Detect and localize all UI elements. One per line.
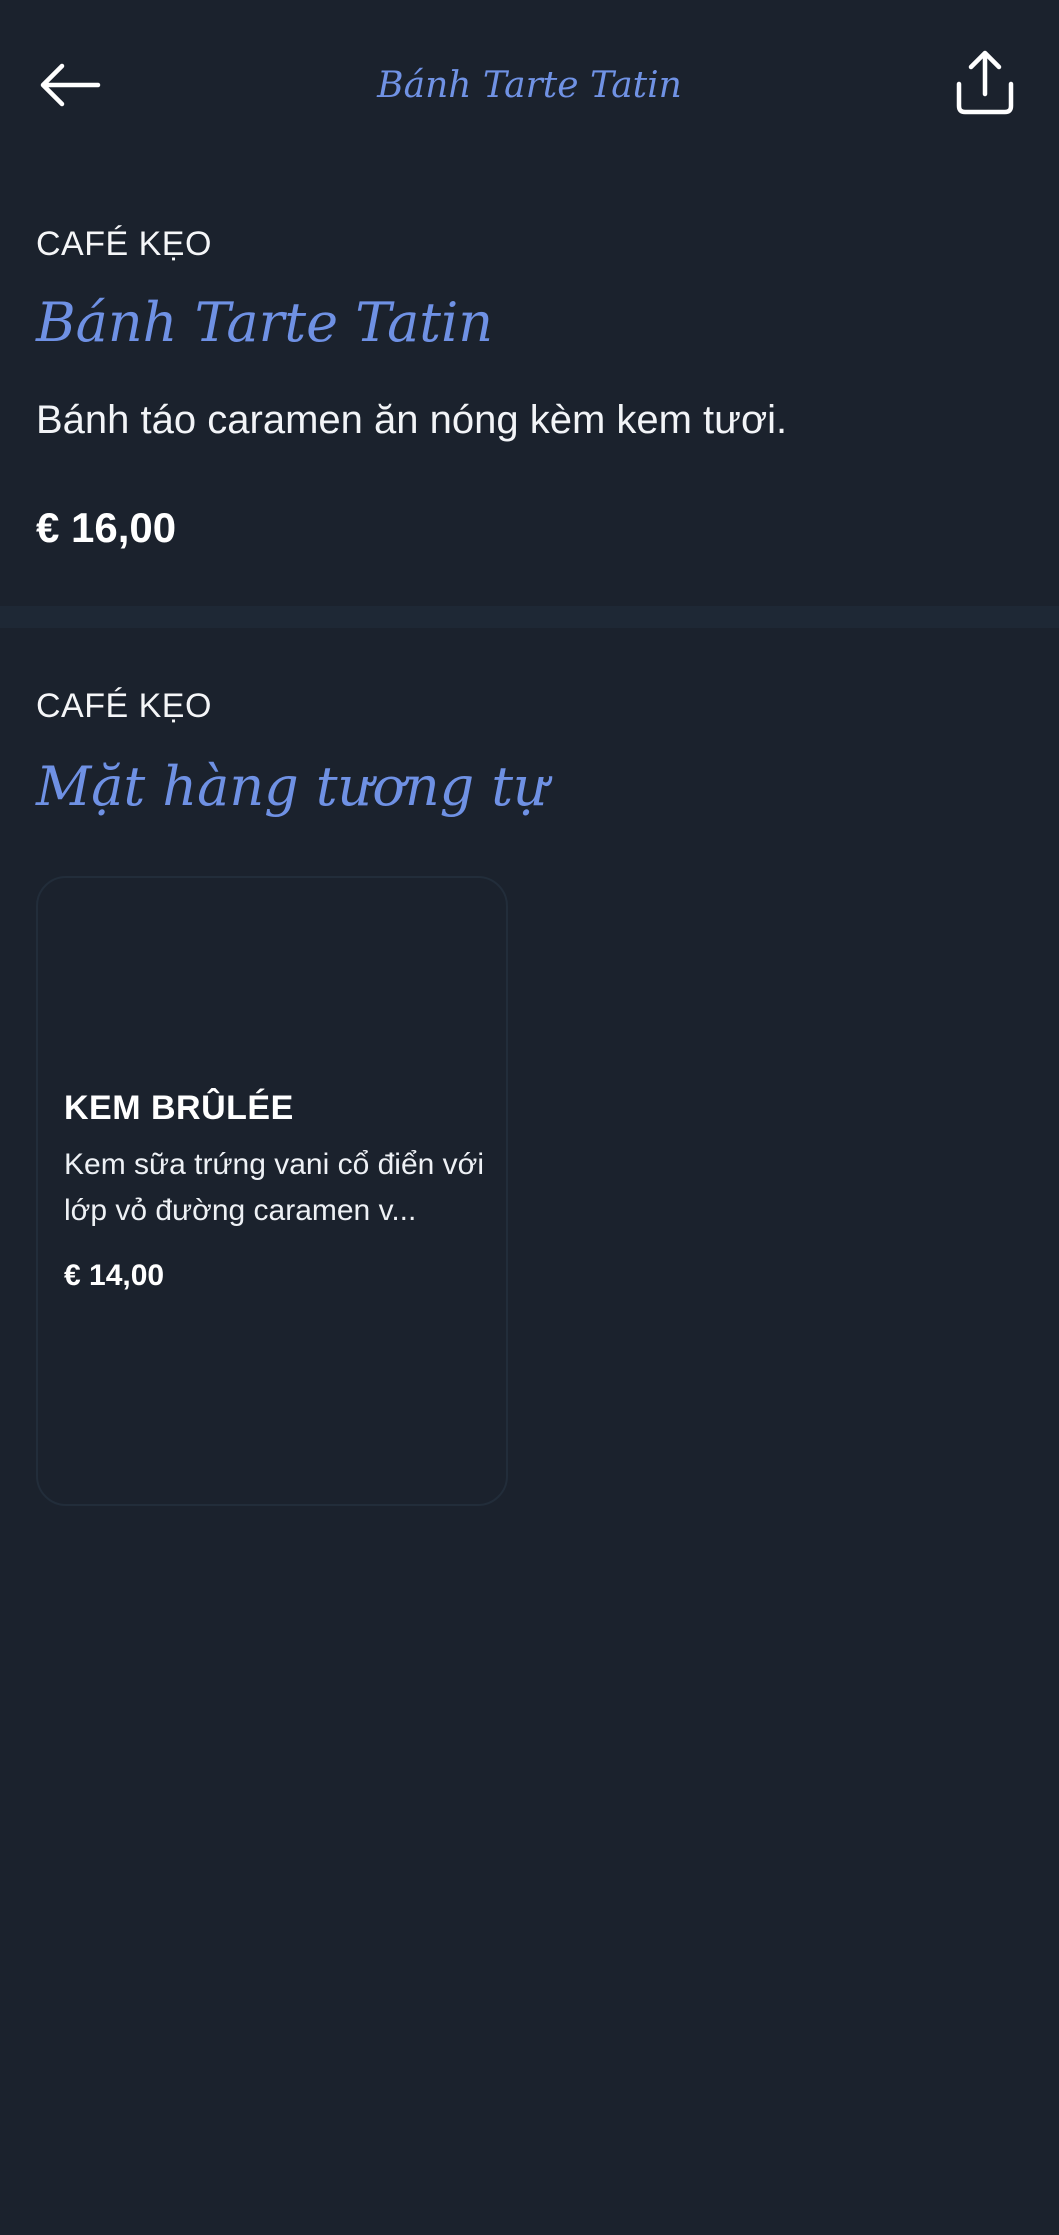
similar-item-card[interactable]: KEM BRÛLÉE Kem sữa trứng vani cổ điển vớ… [36, 876, 508, 1506]
arrow-left-icon [40, 63, 101, 107]
similar-item-description: Kem sữa trứng vani cổ điển với lớp vỏ đư… [64, 1148, 485, 1227]
page-title: Bánh Tarte Tatin [377, 65, 682, 106]
back-button[interactable] [30, 48, 110, 122]
similar-heading: Mặt hàng tương tự [36, 755, 548, 818]
share-button[interactable] [945, 44, 1025, 124]
product-category: CAFÉ KẸO [36, 225, 212, 263]
product-price: € 16,00 [36, 504, 177, 551]
top-bar: Bánh Tarte Tatin [0, 0, 1059, 170]
similar-item-price: € 14,00 [64, 1259, 165, 1292]
similar-category: CAFÉ KẸO [36, 687, 212, 725]
product-description: Bánh táo caramen ăn nóng kèm kem tươi. [36, 398, 788, 442]
similar-item-name: KEM BRÛLÉE [64, 1089, 294, 1127]
share-upload-icon [956, 50, 1014, 115]
section-divider [0, 606, 1059, 628]
product-name: Bánh Tarte Tatin [36, 291, 494, 354]
